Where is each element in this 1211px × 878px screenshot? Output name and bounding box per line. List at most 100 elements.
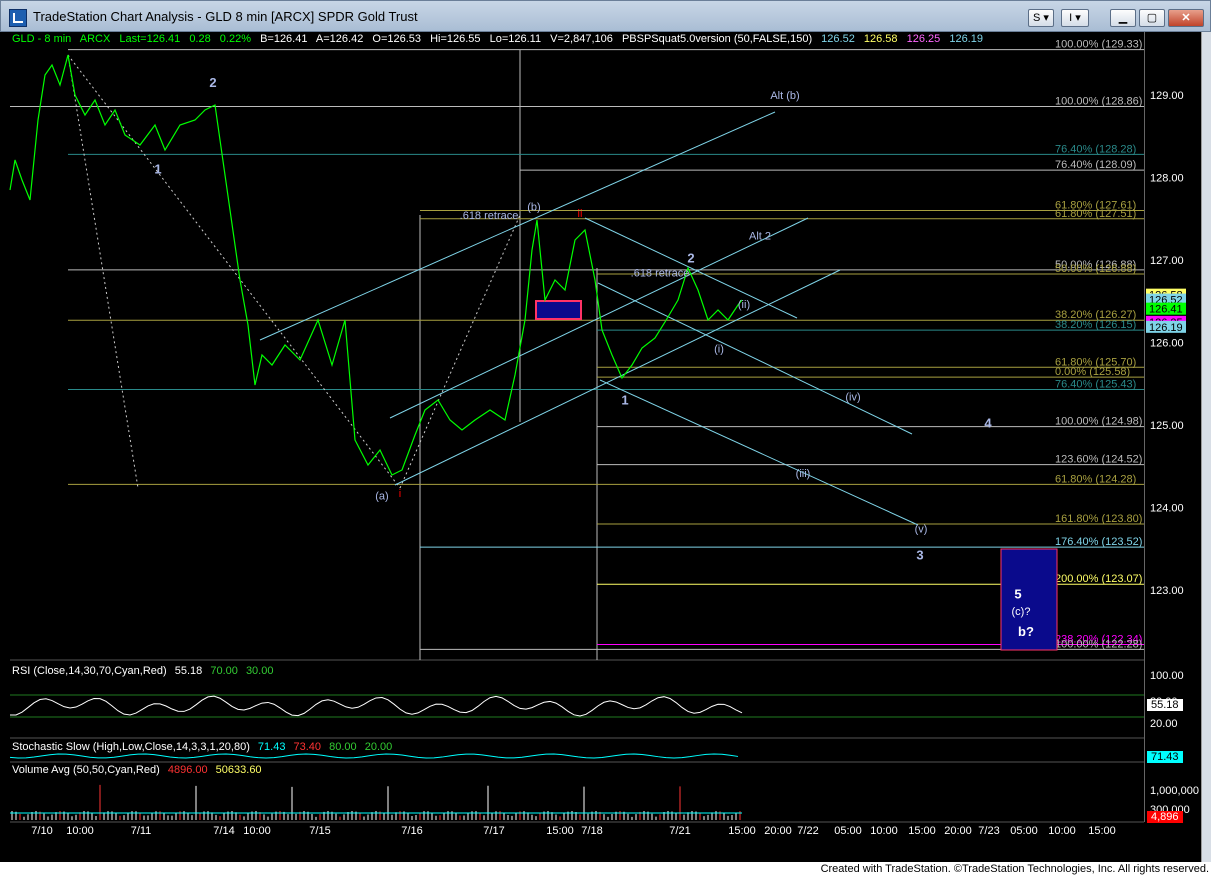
header-study: PBSPSquat5.0version (50,FALSE,150) [621, 33, 813, 45]
volume-axis-1m: 1,000,000 [1150, 785, 1199, 797]
time-axis-label-14: 05:00 [834, 825, 862, 837]
wave-label-13: 4 [984, 415, 992, 430]
stochastic-label: Stochastic Slow (High,Low,Close,14,3,3,1… [12, 741, 393, 753]
fib-label-5: 61.80% (127.51) [1055, 208, 1136, 220]
wave-label-10: (i) [714, 343, 724, 355]
fib-label-16: 161.80% (123.80) [1055, 513, 1142, 525]
fib-label-15: 61.80% (124.28) [1055, 473, 1136, 485]
time-axis-label-12: 20:00 [764, 825, 792, 837]
wave-label-2: Alt (b) [770, 90, 799, 102]
fib-label-1: 100.00% (128.86) [1055, 96, 1142, 108]
volume-value-tag: 4,896 [1147, 811, 1183, 823]
target-box-small [535, 300, 582, 320]
time-axis-label-18: 7/23 [978, 825, 999, 837]
time-axis-label-19: 05:00 [1010, 825, 1038, 837]
time-axis-label-6: 7/16 [401, 825, 422, 837]
fib-label-0: 100.00% (129.33) [1055, 39, 1142, 51]
price-axis-label-2: 127.00 [1150, 255, 1184, 267]
time-axis-label-10: 7/21 [669, 825, 690, 837]
fib-label-7: 50.00% (126.88) [1055, 263, 1136, 275]
channel-line-5 [599, 379, 919, 526]
header-v4: 126.19 [949, 33, 983, 45]
time-axis-label-16: 15:00 [908, 825, 936, 837]
time-axis-label-2: 7/11 [131, 825, 152, 837]
fib-label-18: 200.00% (123.07) [1055, 573, 1142, 585]
stoch-series [9, 753, 739, 759]
wave-label-6: Alt 2 [749, 230, 771, 242]
time-axis-label-8: 15:00 [546, 825, 574, 837]
price-axis-label-3: 126.00 [1150, 338, 1184, 350]
header-v2: 126.58 [863, 33, 898, 45]
header-last: Last=126.41 [119, 33, 181, 45]
wave-label-9: (ii) [738, 299, 750, 311]
wave-label-14: (iii) [796, 468, 811, 480]
header-open: O=126.53 [372, 33, 422, 45]
header-change: 0.28 [189, 33, 211, 45]
wave-label-12: (iv) [845, 391, 860, 403]
wave-label-16: i [399, 488, 401, 500]
time-axis-label-5: 7/15 [309, 825, 330, 837]
stoch-value-tag: 71.43 [1147, 751, 1183, 763]
volume-label: Volume Avg (50,50,Cyan,Red) 4896.00 5063… [12, 764, 262, 776]
wave-label-21: b? [1018, 624, 1034, 639]
price-axis-label-1: 128.00 [1150, 173, 1184, 185]
header-ask: A=126.42 [315, 33, 364, 45]
time-axis-label-3: 7/14 [213, 825, 234, 837]
time-axis-label-9: 7/18 [581, 825, 602, 837]
rsi-value-tag: 55.18 [1147, 699, 1183, 711]
time-axis-label-20: 10:00 [1048, 825, 1076, 837]
wave-label-19: 5 [1014, 586, 1021, 601]
channel-line-0 [259, 111, 776, 341]
fib-label-13: 100.00% (124.98) [1055, 416, 1142, 428]
fib-label-20: 100.00% (122.28) [1055, 638, 1142, 650]
time-axis-label-7: 7/17 [483, 825, 504, 837]
header-bid: B=126.41 [260, 33, 308, 45]
fib-label-17: 176.40% (123.52) [1055, 536, 1142, 548]
wave-label-20: (c)? [1012, 606, 1031, 618]
time-axis-label-15: 10:00 [870, 825, 898, 837]
header-low: Lo=126.11 [489, 33, 542, 45]
fib-label-9: 38.20% (126.15) [1055, 319, 1136, 331]
rsi-series [9, 695, 743, 717]
channel-line-4 [597, 282, 913, 435]
wave-label-0: 2 [209, 75, 216, 90]
wave-label-18: 3 [916, 547, 923, 562]
wave-label-11: 1 [621, 392, 628, 407]
wave-label-7: 2 [687, 250, 694, 265]
time-axis-label-4: 10:00 [243, 825, 271, 837]
time-axis-label-17: 20:00 [944, 825, 972, 837]
price-axis-label-6: 123.00 [1150, 585, 1184, 597]
price-axis-label-5: 124.00 [1150, 503, 1184, 515]
fib-label-14: 123.60% (124.52) [1055, 454, 1142, 466]
wave-label-3: .618 retrace [460, 210, 519, 222]
time-axis-label-21: 15:00 [1088, 825, 1116, 837]
time-axis-label-0: 7/10 [31, 825, 52, 837]
header-symbol: GLD - 8 min [12, 33, 72, 45]
fib-label-3: 76.40% (128.09) [1055, 159, 1136, 171]
header-v1: 126.52 [821, 33, 855, 45]
wave-label-8: .618 retrace [631, 268, 690, 280]
symbol-header: GLD - 8 min ARCX Last=126.41 0.28 0.22% … [12, 33, 989, 45]
wave-label-1: 1 [154, 161, 161, 176]
time-axis-label-13: 7/22 [797, 825, 818, 837]
price-tag-2: 126.41 [1149, 304, 1183, 316]
header-v3: 126.25 [906, 33, 941, 45]
rsi-label: RSI (Close,14,30,70,Cyan,Red) 55.18 70.0… [12, 665, 274, 677]
price-series [9, 54, 743, 476]
channel-line-1 [389, 217, 809, 419]
price-axis-label-4: 125.00 [1150, 420, 1184, 432]
price-tag-4: 126.19 [1149, 322, 1183, 334]
wave-label-4: (b) [527, 202, 540, 214]
fib-label-11: 0.00% (125.58) [1055, 366, 1130, 378]
wave-label-15: (a) [375, 490, 388, 502]
header-pct: 0.22% [219, 33, 251, 45]
time-axis-label-1: 10:00 [66, 825, 94, 837]
header-volume: V=2,847,106 [550, 33, 613, 45]
credit-text: Created with TradeStation. ©TradeStation… [820, 863, 1209, 875]
wave-label-5: ii [578, 208, 583, 220]
dotted-wave-2 [67, 54, 401, 489]
dotted-wave-3 [399, 214, 521, 489]
price-axis-label-0: 129.00 [1150, 90, 1184, 102]
rsi-axis-100: 100.00 [1150, 670, 1184, 682]
wave-label-17: (v) [915, 523, 928, 535]
